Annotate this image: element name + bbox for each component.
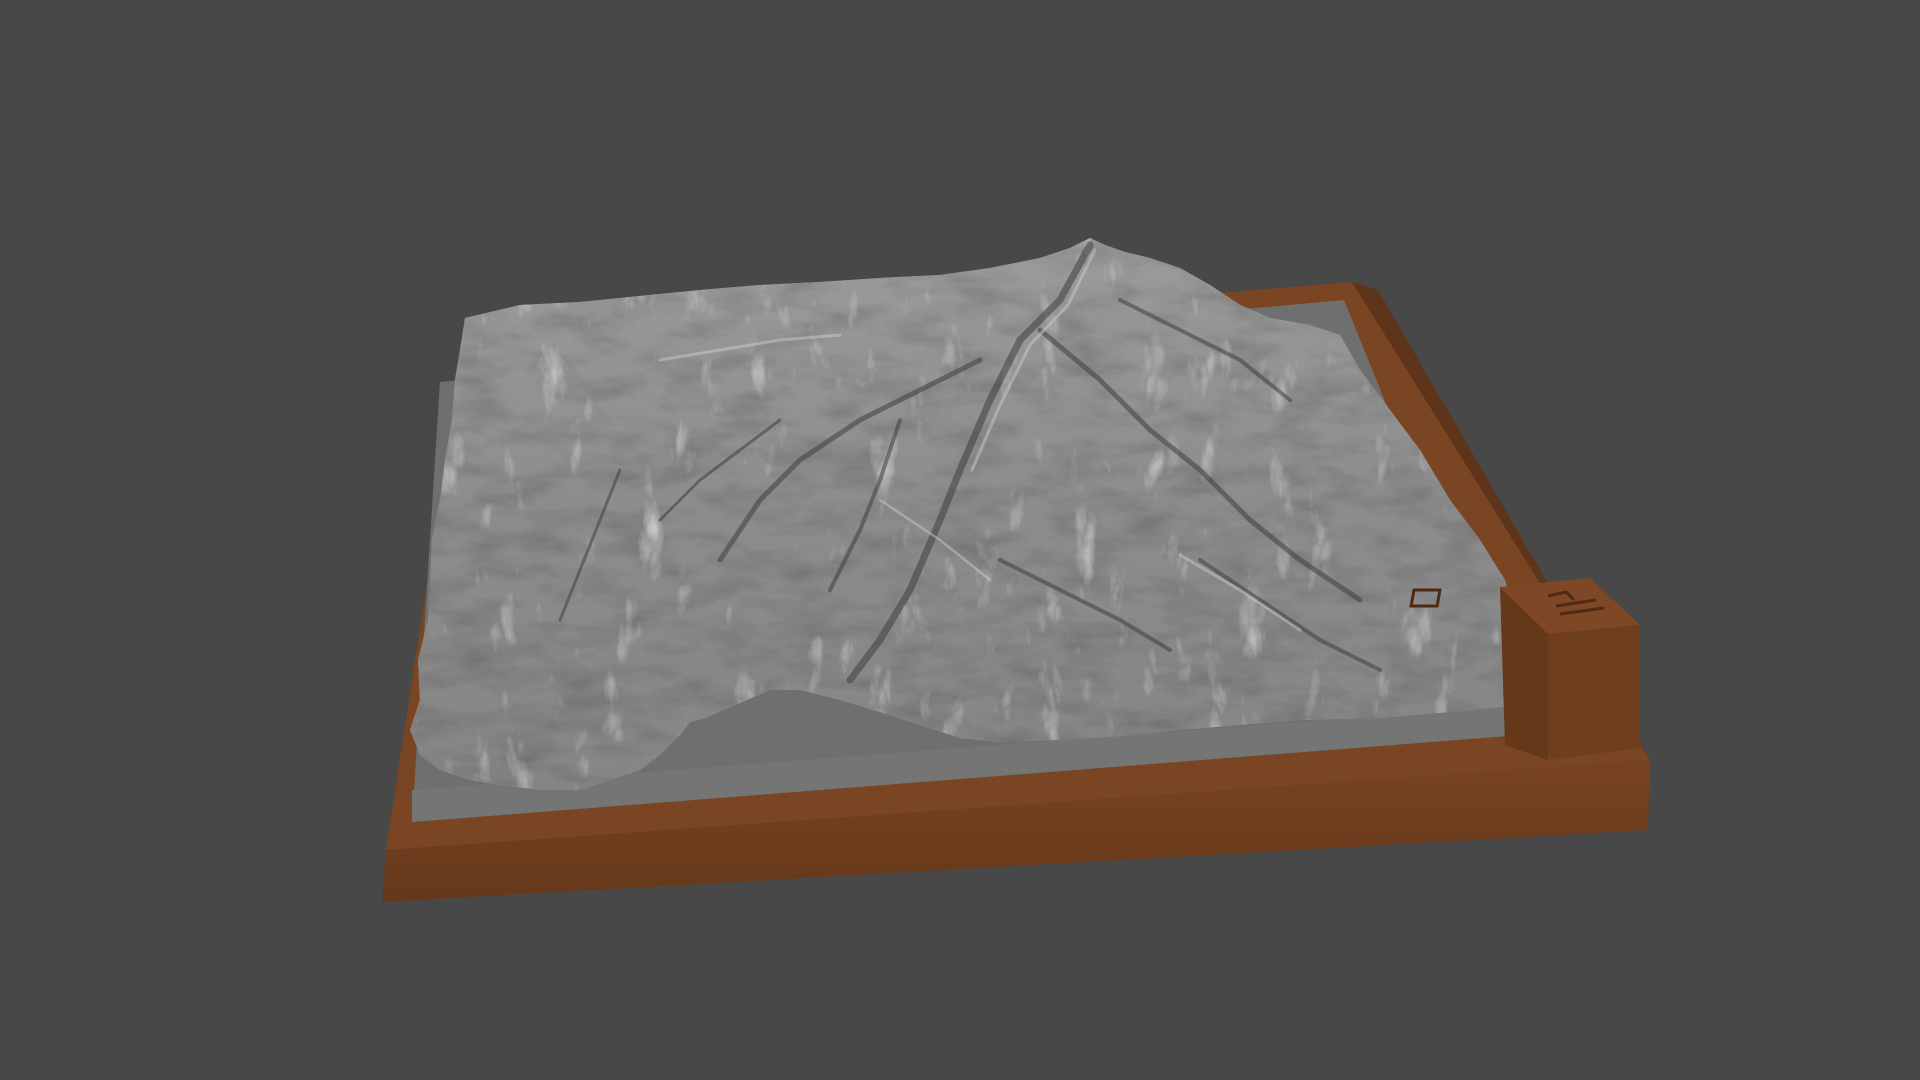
3d-viewport[interactable]	[0, 0, 1920, 1080]
scene-render	[382, 238, 1650, 902]
plaque-side	[1548, 625, 1640, 760]
